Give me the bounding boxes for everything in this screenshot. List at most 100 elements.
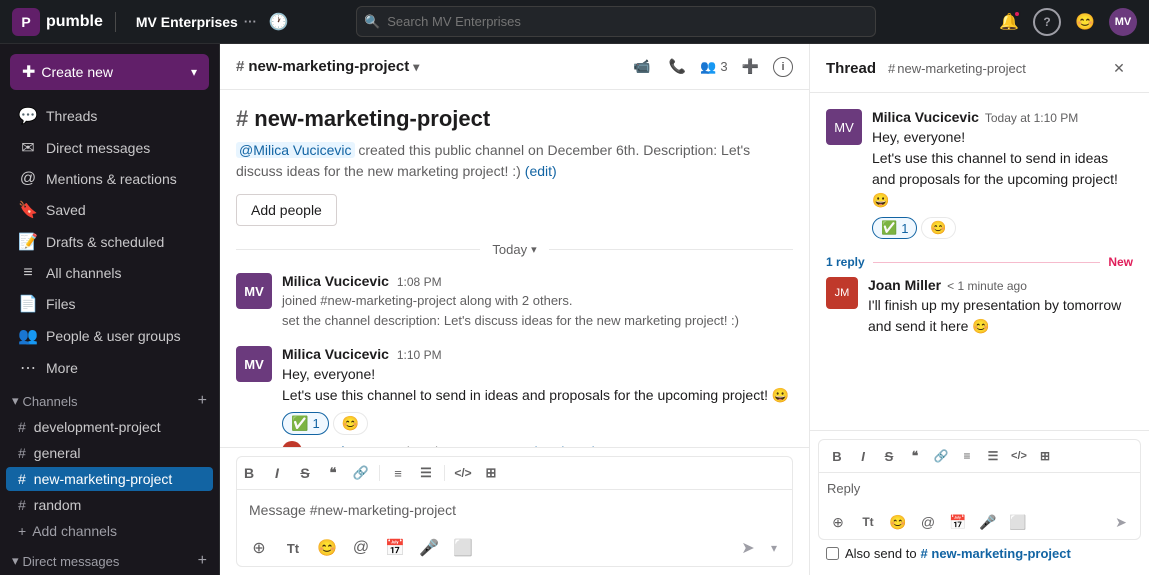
create-new-button[interactable]: ✚Create new ▾ — [10, 54, 209, 90]
message-text: joined #new-marketing-project along with… — [282, 291, 793, 311]
message-header: Milica Vucicevic 1:10 PM — [282, 346, 793, 362]
sidebar-item-direct-messages[interactable]: ✉ Direct messages — [6, 133, 213, 163]
sidebar-item-drafts[interactable]: 📝 Drafts & scheduled — [6, 227, 213, 257]
thread-avatar: MV — [826, 109, 862, 145]
sidebar-item-people-user-groups[interactable]: 👥 People & user groups — [6, 321, 213, 351]
reaction-checkmark[interactable]: ✅ 1 — [282, 412, 329, 435]
reply-count[interactable]: 1 reply — [826, 255, 865, 269]
thread-reply-divider: 1 reply New — [826, 255, 1133, 269]
add-dm-icon[interactable]: + — [198, 552, 207, 570]
unordered-list-button[interactable]: ☰ — [981, 444, 1005, 468]
notifications-icon[interactable]: 🔔 — [995, 8, 1023, 36]
thread-msg-text-2: Let's use this channel to send in ideas … — [872, 148, 1133, 211]
audio-icon[interactable]: 🎤 — [975, 509, 1001, 535]
link-button[interactable]: 🔗 — [349, 461, 373, 485]
ordered-list-button[interactable]: ≡ — [955, 444, 979, 468]
sidebar-channel-general[interactable]: # general — [6, 441, 213, 465]
channels-section[interactable]: ▾Channels + — [0, 384, 219, 414]
mention-icon[interactable]: @ — [915, 509, 941, 535]
italic-button[interactable]: I — [851, 444, 875, 468]
code-button[interactable]: </> — [1007, 444, 1031, 468]
code-block-button[interactable]: ⊞ — [1033, 444, 1057, 468]
schedule-icon[interactable]: 📅 — [381, 534, 409, 562]
help-icon[interactable]: ? — [1033, 8, 1061, 36]
thread-reply-input[interactable]: Reply — [819, 473, 1140, 505]
chevron-down-icon[interactable]: ▾ — [531, 243, 537, 256]
sidebar-item-files[interactable]: 📄 Files — [6, 289, 213, 319]
drafts-icon: 📝 — [18, 232, 38, 252]
workspace-name[interactable]: MV Enterprises ··· — [136, 14, 257, 30]
thread-send-button[interactable]: ➤ — [1108, 509, 1134, 535]
member-count[interactable]: 👥 3 — [700, 59, 727, 75]
link-button[interactable]: 🔗 — [929, 444, 953, 468]
video-call-icon[interactable]: 📹 — [629, 54, 654, 79]
send-chevron-icon[interactable]: ▾ — [764, 534, 784, 562]
video-icon[interactable]: ⬜ — [449, 534, 477, 562]
ordered-list-button[interactable]: ≡ — [386, 461, 410, 485]
date-divider-label: Today ▾ — [492, 242, 536, 257]
channel-chevron-icon[interactable]: ▾ — [413, 60, 419, 74]
blockquote-button[interactable]: ❝ — [903, 444, 927, 468]
italic-button[interactable]: I — [265, 461, 289, 485]
thread-close-button[interactable]: ✕ — [1105, 54, 1133, 82]
thread-msg-header: Milica Vucicevic Today at 1:10 PM — [872, 109, 1133, 125]
code-block-button[interactable]: ⊞ — [479, 461, 503, 485]
sidebar-item-mentions-reactions[interactable]: @ Mentions & reactions — [6, 165, 213, 193]
date-divider: Today ▾ — [236, 242, 793, 257]
also-send-channel: # new-marketing-project — [921, 546, 1071, 561]
audio-icon[interactable]: 🎤 — [415, 534, 443, 562]
add-attachment-icon[interactable]: ⊕ — [245, 534, 273, 562]
channel-header-actions: 📹 📞 👥 3 ➕ i — [629, 54, 793, 79]
sidebar-channel-new-marketing-project[interactable]: # new-marketing-project — [6, 467, 213, 491]
sidebar-item-threads[interactable]: 💬 Threads — [6, 101, 213, 131]
text-format-icon[interactable]: Tt — [855, 509, 881, 535]
unordered-list-button[interactable]: ☰ — [414, 461, 438, 485]
strikethrough-button[interactable]: S — [877, 444, 901, 468]
hash-icon: # — [888, 61, 895, 76]
add-attachment-icon[interactable]: ⊕ — [825, 509, 851, 535]
edit-description-link[interactable]: (edit) — [525, 163, 557, 179]
sidebar-item-all-channels[interactable]: ≡ All channels — [6, 259, 213, 287]
direct-messages-section[interactable]: ▾Direct messages + — [0, 544, 219, 574]
strikethrough-button[interactable]: S — [293, 461, 317, 485]
sidebar-channel-random[interactable]: # random — [6, 493, 213, 517]
text-format-icon[interactable]: Tt — [279, 534, 307, 562]
phone-call-icon[interactable]: 📞 — [665, 54, 690, 79]
also-send-checkbox[interactable] — [826, 547, 839, 560]
reaction-smile[interactable]: 😊 — [333, 412, 368, 435]
thread-reaction-checkmark[interactable]: ✅ 1 — [872, 217, 917, 239]
saved-icon: 🔖 — [18, 200, 38, 220]
schedule-icon[interactable]: 📅 — [945, 509, 971, 535]
sidebar-channel-development-project[interactable]: # development-project — [6, 415, 213, 439]
send-message-button[interactable]: ➤ — [734, 534, 762, 562]
emoji-picker-icon[interactable]: 😊 — [885, 509, 911, 535]
add-member-icon[interactable]: ➕ — [738, 54, 763, 79]
sidebar-item-saved[interactable]: 🔖 Saved — [6, 195, 213, 225]
topbar-actions: 🔔 ? 😊 MV — [995, 8, 1137, 36]
search-input[interactable] — [356, 6, 876, 37]
emoji-icon[interactable]: 😊 — [1071, 8, 1099, 36]
code-button[interactable]: </> — [451, 461, 475, 485]
history-icon[interactable]: 🕐 — [265, 8, 293, 36]
intro-hash: # — [236, 106, 248, 132]
user-avatar[interactable]: MV — [1109, 8, 1137, 36]
emoji-picker-icon[interactable]: 😊 — [313, 534, 341, 562]
main-layout: ✚Create new ▾ 💬 Threads ✉ Direct message… — [0, 44, 1149, 575]
chevron-down-icon: ▾ — [191, 65, 197, 79]
add-people-button[interactable]: Add people — [236, 194, 337, 226]
sidebar-item-more[interactable]: ⋯ More — [6, 353, 213, 383]
message-header: Milica Vucicevic 1:08 PM — [282, 273, 793, 289]
info-icon[interactable]: i — [773, 57, 793, 77]
blockquote-button[interactable]: ❝ — [321, 461, 345, 485]
hash-icon: # — [18, 445, 26, 461]
bold-button[interactable]: B — [237, 461, 261, 485]
video-icon[interactable]: ⬜ — [1005, 509, 1031, 535]
add-channels-button[interactable]: + Add channels — [6, 519, 213, 543]
mention-icon[interactable]: @ — [347, 534, 375, 562]
bold-button[interactable]: B — [825, 444, 849, 468]
search-bar[interactable]: 🔍 — [356, 6, 876, 37]
add-channel-icon[interactable]: + — [198, 392, 207, 410]
thread-reaction-smile[interactable]: 😊 — [921, 217, 955, 239]
message-input-placeholder[interactable]: Message #new-marketing-project — [237, 494, 792, 530]
people-icon: 👥 — [700, 59, 716, 75]
